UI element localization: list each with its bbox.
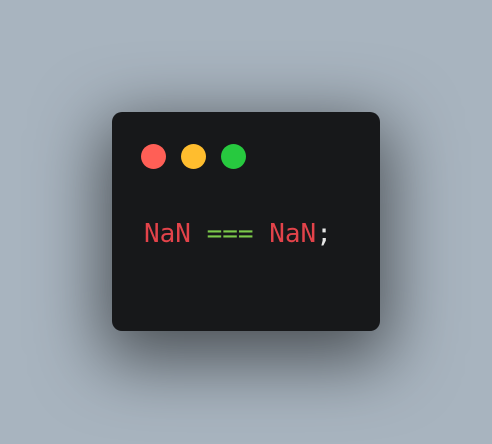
close-button[interactable] <box>141 144 166 169</box>
zoom-button[interactable] <box>221 144 246 169</box>
code-line: NaN === NaN; <box>144 216 332 252</box>
code-window: NaN === NaN; <box>112 112 380 331</box>
token-strict-equality-operator: === <box>206 219 254 249</box>
token-semicolon: ; <box>316 219 332 249</box>
token-nan-left: NaN <box>144 219 191 249</box>
minimize-button[interactable] <box>181 144 206 169</box>
token-nan-right: NaN <box>269 219 317 249</box>
